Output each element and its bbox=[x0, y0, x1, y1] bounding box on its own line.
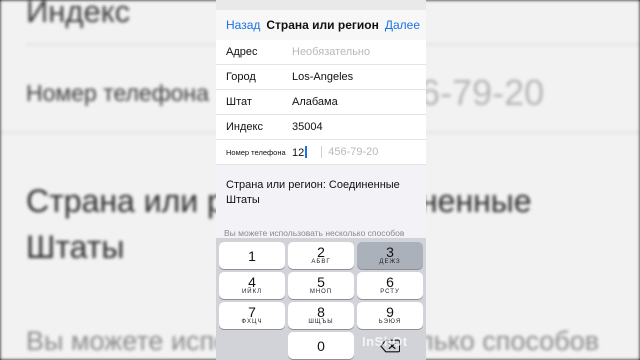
phone-row[interactable]: Номер телефона 12 456-79-20 bbox=[216, 140, 426, 165]
key-digit: 0 bbox=[317, 337, 325, 354]
zip-label: Индекс bbox=[226, 121, 263, 133]
text-cursor bbox=[305, 145, 308, 158]
phone-code-value: 12 bbox=[292, 146, 305, 159]
address-label: Адрес bbox=[226, 46, 258, 58]
background-index-label: Индекс bbox=[26, 0, 131, 29]
status-strip bbox=[216, 0, 426, 10]
state-input[interactable]: Алабама bbox=[292, 96, 338, 108]
key-letters: ДЕЖЗ bbox=[379, 259, 401, 265]
key-digit: 4 bbox=[248, 274, 256, 290]
phone-code-input[interactable]: 12 bbox=[292, 145, 308, 159]
key-letters: РСТУ bbox=[380, 289, 400, 295]
key-letters: МНОП bbox=[309, 289, 333, 295]
key-digit: 3 bbox=[386, 244, 394, 260]
key-empty bbox=[219, 332, 285, 359]
key-digit: 5 bbox=[317, 274, 325, 290]
key-digit: 7 bbox=[248, 304, 256, 320]
phone-number-input[interactable]: 456-79-20 bbox=[328, 146, 378, 158]
key-2[interactable]: 2 АБВГ bbox=[288, 242, 354, 269]
address-form: Адрес Необязательно Город Los-Angeles Шт… bbox=[216, 40, 426, 165]
phone-divider bbox=[321, 146, 323, 158]
hint-text: Вы можете использовать несколько способо… bbox=[224, 228, 405, 238]
keyboard-row: 1 2 АБВГ 3 ДЕЖЗ bbox=[219, 242, 423, 269]
key-3[interactable]: 3 ДЕЖЗ bbox=[357, 242, 423, 269]
navigation-bar: Назад Страна или регион Далее bbox=[216, 10, 426, 40]
key-digit: 9 bbox=[386, 304, 394, 320]
phone-screen: Назад Страна или регион Далее Адрес Необ… bbox=[216, 0, 426, 360]
keyboard-row: 7 ФХЦЧ 8 ШЩЪЫ 9 ЬЭЮЯ bbox=[219, 302, 423, 329]
page-title: Страна или регион bbox=[266, 18, 379, 32]
key-4[interactable]: 4 ИЙКЛ bbox=[219, 272, 285, 299]
key-letters: АБВГ bbox=[311, 259, 331, 265]
phone-label: Номер телефона bbox=[226, 147, 286, 157]
address-row[interactable]: Адрес Необязательно bbox=[216, 40, 426, 65]
key-digit: 6 bbox=[386, 274, 394, 290]
key-letters: ЬЭЮЯ bbox=[378, 319, 402, 325]
key-9[interactable]: 9 ЬЭЮЯ bbox=[357, 302, 423, 329]
key-letters: ШЩЪЫ bbox=[308, 319, 334, 325]
background-phone-label: Номер телефона bbox=[26, 80, 209, 106]
key-8[interactable]: 8 ШЩЪЫ bbox=[288, 302, 354, 329]
key-5[interactable]: 5 МНОП bbox=[288, 272, 354, 299]
key-letters: ФХЦЧ bbox=[241, 319, 263, 325]
key-digit: 1 bbox=[248, 247, 256, 264]
state-row[interactable]: Штат Алабама bbox=[216, 90, 426, 115]
state-label: Штат bbox=[226, 96, 252, 108]
city-label: Город bbox=[226, 71, 256, 83]
key-6[interactable]: 6 РСТУ bbox=[357, 272, 423, 299]
next-button[interactable]: Далее bbox=[385, 18, 420, 32]
key-1[interactable]: 1 bbox=[219, 242, 285, 269]
country-text[interactable]: Страна или регион: Соединенные Штаты bbox=[226, 178, 422, 208]
city-input[interactable]: Los-Angeles bbox=[292, 71, 353, 83]
address-input[interactable]: Необязательно bbox=[292, 46, 370, 58]
key-letters: ИЙКЛ bbox=[241, 289, 263, 295]
screen: Индекс Номер телефона 456-79-20 Страна и… bbox=[0, 0, 640, 360]
key-7[interactable]: 7 ФХЦЧ bbox=[219, 302, 285, 329]
key-digit: 8 bbox=[317, 304, 325, 320]
key-0[interactable]: 0 bbox=[288, 332, 354, 359]
keyboard-row: 4 ИЙКЛ 5 МНОП 6 РСТУ bbox=[219, 272, 423, 299]
city-row[interactable]: Город Los-Angeles bbox=[216, 65, 426, 90]
back-button[interactable]: Назад bbox=[226, 18, 260, 32]
zip-row[interactable]: Индекс 35004 bbox=[216, 115, 426, 140]
key-digit: 2 bbox=[317, 244, 325, 260]
inshot-watermark: InShOt bbox=[362, 334, 408, 349]
zip-input[interactable]: 35004 bbox=[292, 121, 323, 133]
